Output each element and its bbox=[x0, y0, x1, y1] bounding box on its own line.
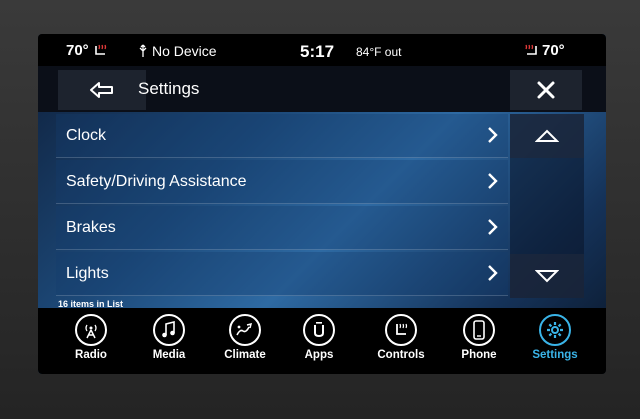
heated-seat-icon bbox=[525, 44, 537, 55]
list-item-lights[interactable]: Lights bbox=[56, 252, 508, 296]
phone-icon bbox=[463, 314, 495, 346]
list-item-label: Safety/Driving Assistance bbox=[66, 173, 247, 190]
driver-climate[interactable]: 70° bbox=[66, 42, 110, 59]
device-label: No Device bbox=[152, 43, 217, 59]
dock-phone[interactable]: Phone bbox=[444, 312, 514, 372]
dock-label: Radio bbox=[75, 349, 107, 361]
triangle-down-icon bbox=[535, 270, 559, 283]
scroll-down-button[interactable] bbox=[510, 254, 584, 298]
chevron-right-icon bbox=[488, 219, 498, 235]
usb-icon bbox=[139, 44, 147, 57]
dock-controls[interactable]: Controls bbox=[366, 312, 436, 372]
heated-seat-icon bbox=[94, 44, 106, 55]
scroll-up-button[interactable] bbox=[510, 114, 584, 158]
chevron-right-icon bbox=[488, 127, 498, 143]
dock-label: Phone bbox=[461, 349, 497, 361]
apps-icon bbox=[303, 314, 335, 346]
dock-label: Settings bbox=[532, 349, 578, 361]
close-icon bbox=[537, 81, 555, 99]
dock-apps[interactable]: Apps bbox=[284, 312, 354, 372]
settings-list: Clock Safety/Driving Assistance Brakes L… bbox=[56, 114, 508, 298]
back-arrow-icon bbox=[90, 82, 113, 98]
back-button[interactable] bbox=[58, 70, 146, 110]
dock-label: Climate bbox=[224, 349, 266, 361]
list-scrollbar bbox=[510, 114, 584, 298]
radio-icon bbox=[75, 314, 107, 346]
gear-icon bbox=[539, 314, 571, 346]
clock-time: 5:17 bbox=[300, 42, 335, 61]
list-item-clock[interactable]: Clock bbox=[56, 114, 508, 158]
bottom-dock: Radio Media Climate Apps Controls Phone … bbox=[38, 308, 606, 374]
dock-label: Apps bbox=[304, 349, 334, 361]
driver-temp: 70° bbox=[66, 42, 89, 59]
dock-label: Media bbox=[152, 349, 186, 361]
list-item-label: Brakes bbox=[66, 219, 116, 236]
list-item-label: Lights bbox=[66, 265, 109, 282]
dock-radio[interactable]: Radio bbox=[56, 312, 126, 372]
dock-label: Controls bbox=[377, 349, 425, 361]
passenger-climate[interactable]: 70° bbox=[522, 42, 565, 59]
music-note-icon bbox=[153, 314, 185, 346]
infotainment-screen: 70° No Device 5:17 84°F out 70° Settings… bbox=[38, 34, 606, 374]
seat-controls-icon bbox=[385, 314, 417, 346]
page-title: Settings bbox=[138, 79, 200, 98]
triangle-up-icon bbox=[535, 129, 559, 142]
device-status: No Device bbox=[138, 43, 217, 59]
climate-icon bbox=[229, 314, 261, 346]
dock-climate[interactable]: Climate bbox=[210, 312, 280, 372]
settings-header: Settings bbox=[38, 66, 606, 112]
dock-media[interactable]: Media bbox=[134, 312, 204, 372]
chevron-right-icon bbox=[488, 265, 498, 281]
dock-settings[interactable]: Settings bbox=[520, 312, 590, 372]
passenger-temp: 70° bbox=[542, 42, 565, 59]
list-item-label: Clock bbox=[66, 127, 107, 144]
chevron-right-icon bbox=[488, 173, 498, 189]
close-button[interactable] bbox=[510, 70, 582, 110]
outside-temp: 84°F out bbox=[356, 45, 402, 59]
list-item-brakes[interactable]: Brakes bbox=[56, 206, 508, 250]
status-bar: 70° No Device 5:17 84°F out 70° bbox=[38, 34, 606, 66]
list-item-safety-driving-assistance[interactable]: Safety/Driving Assistance bbox=[56, 160, 508, 204]
